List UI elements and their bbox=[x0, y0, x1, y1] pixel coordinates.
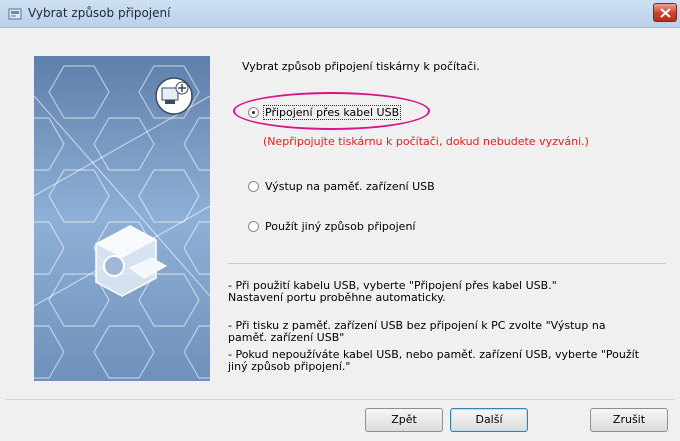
hexagon-network-image bbox=[34, 56, 210, 381]
radio-usb-memory[interactable] bbox=[248, 181, 259, 192]
separator bbox=[228, 263, 666, 264]
computer-badge-icon bbox=[155, 77, 193, 115]
note-2-line-2: paměť. zařízení USB" bbox=[228, 331, 345, 344]
footer-separator bbox=[6, 399, 674, 400]
back-button[interactable]: Zpět bbox=[365, 408, 443, 432]
note-3-line-2: jiný způsob připojení." bbox=[228, 360, 351, 373]
note-2: - Při tisku z paměť. zařízení USB bez př… bbox=[228, 320, 668, 344]
side-illustration bbox=[34, 56, 210, 381]
app-icon bbox=[8, 8, 22, 20]
option-label-usb-cable: Připojení přes kabel USB bbox=[263, 105, 402, 120]
note-3: - Pokud nepoužíváte kabel USB, nebo pamě… bbox=[228, 349, 668, 373]
radio-usb-cable[interactable] bbox=[248, 107, 259, 118]
option-label-other: Použít jiný způsob připojení bbox=[265, 220, 416, 233]
close-button[interactable] bbox=[653, 3, 677, 22]
next-button[interactable]: Další bbox=[450, 408, 528, 432]
window-title: Vybrat způsob připojení bbox=[28, 6, 171, 20]
title-bar: Vybrat způsob připojení bbox=[0, 0, 680, 28]
note-1-line-2: Nastavení portu proběhne automaticky. bbox=[228, 291, 446, 304]
dialog-window: Vybrat způsob připojení Vybrat způsob př… bbox=[0, 0, 680, 441]
note-1: - Při použití kabelu USB, vyberte "Připo… bbox=[228, 280, 668, 304]
warning-text: (Nepřipojujte tiskárnu k počítači, dokud… bbox=[263, 135, 589, 148]
cancel-button[interactable]: Zrušit bbox=[590, 408, 668, 432]
instruction-heading: Vybrat způsob připojení tiskárny k počít… bbox=[242, 60, 480, 73]
radio-other[interactable] bbox=[248, 221, 259, 232]
close-icon bbox=[660, 8, 671, 18]
option-label-usb-memory: Výstup na paměť. zařízení USB bbox=[265, 180, 435, 193]
